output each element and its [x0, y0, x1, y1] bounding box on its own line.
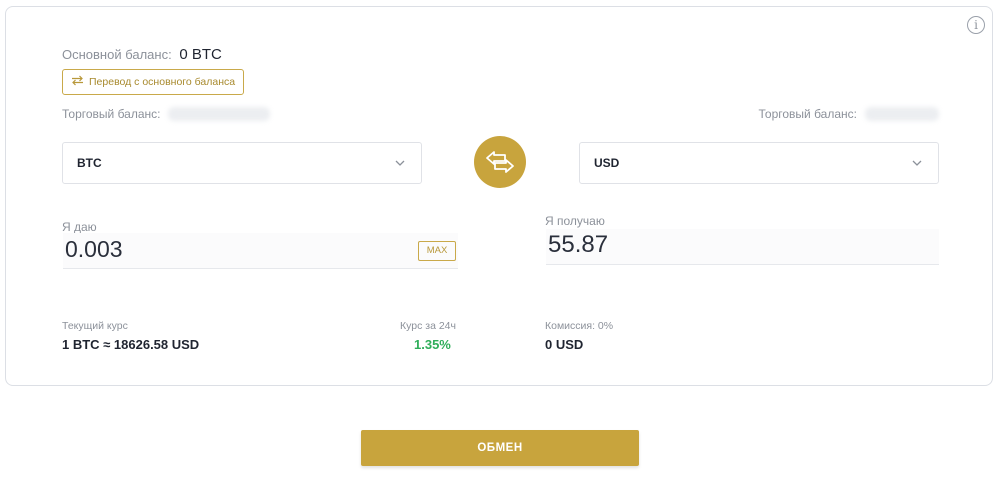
transfer-label: Перевод с основного баланса [89, 76, 236, 88]
max-button[interactable]: MAX [418, 241, 456, 261]
fee-label: Комиссия: 0% [545, 320, 614, 332]
from-currency-value: BTC [77, 156, 102, 170]
change-24h-label: Курс за 24ч [400, 320, 456, 332]
chevron-down-icon [395, 160, 405, 166]
blurred-balance [865, 107, 939, 121]
fee-value: 0 USD [545, 337, 584, 352]
main-balance-label: Основной баланс: [62, 47, 172, 62]
current-rate-label: Текущий курс [62, 320, 128, 332]
receive-label: Я получаю [545, 214, 605, 228]
trade-balance-right: Торговый баланс: [759, 107, 939, 121]
change-24h-value: 1.35% [414, 337, 451, 352]
transfer-arrows-icon [71, 75, 84, 89]
trade-balance-label: Торговый баланс: [758, 107, 857, 121]
to-currency-select[interactable]: USD [579, 142, 939, 184]
current-rate-value: 1 BTC ≈ 18626.58 USD [62, 337, 200, 352]
transfer-from-main-button[interactable]: Перевод с основного баланса [62, 69, 245, 95]
from-currency-select[interactable]: BTC [62, 142, 422, 184]
swap-currencies-button[interactable] [474, 136, 526, 188]
trade-balance-label: Торговый баланс: [62, 107, 161, 121]
blurred-balance [168, 107, 271, 121]
exchange-card: i Основной баланс: 0 BTC Перевод с основ… [5, 6, 993, 386]
main-balance-value: 0 BTC [179, 46, 222, 63]
give-label: Я даю [62, 220, 97, 234]
trade-balance-left: Торговый баланс: [62, 107, 271, 121]
give-amount-input[interactable]: 0.003 [63, 233, 458, 269]
to-currency-value: USD [594, 156, 620, 170]
info-icon[interactable]: i [967, 16, 985, 34]
chevron-down-icon [912, 160, 922, 166]
receive-amount-field[interactable]: 55.87 [546, 229, 939, 265]
main-balance: Основной баланс: 0 BTC [62, 46, 222, 63]
exchange-button[interactable]: ОБМЕН [361, 430, 639, 466]
swap-arrows-icon [486, 151, 514, 173]
